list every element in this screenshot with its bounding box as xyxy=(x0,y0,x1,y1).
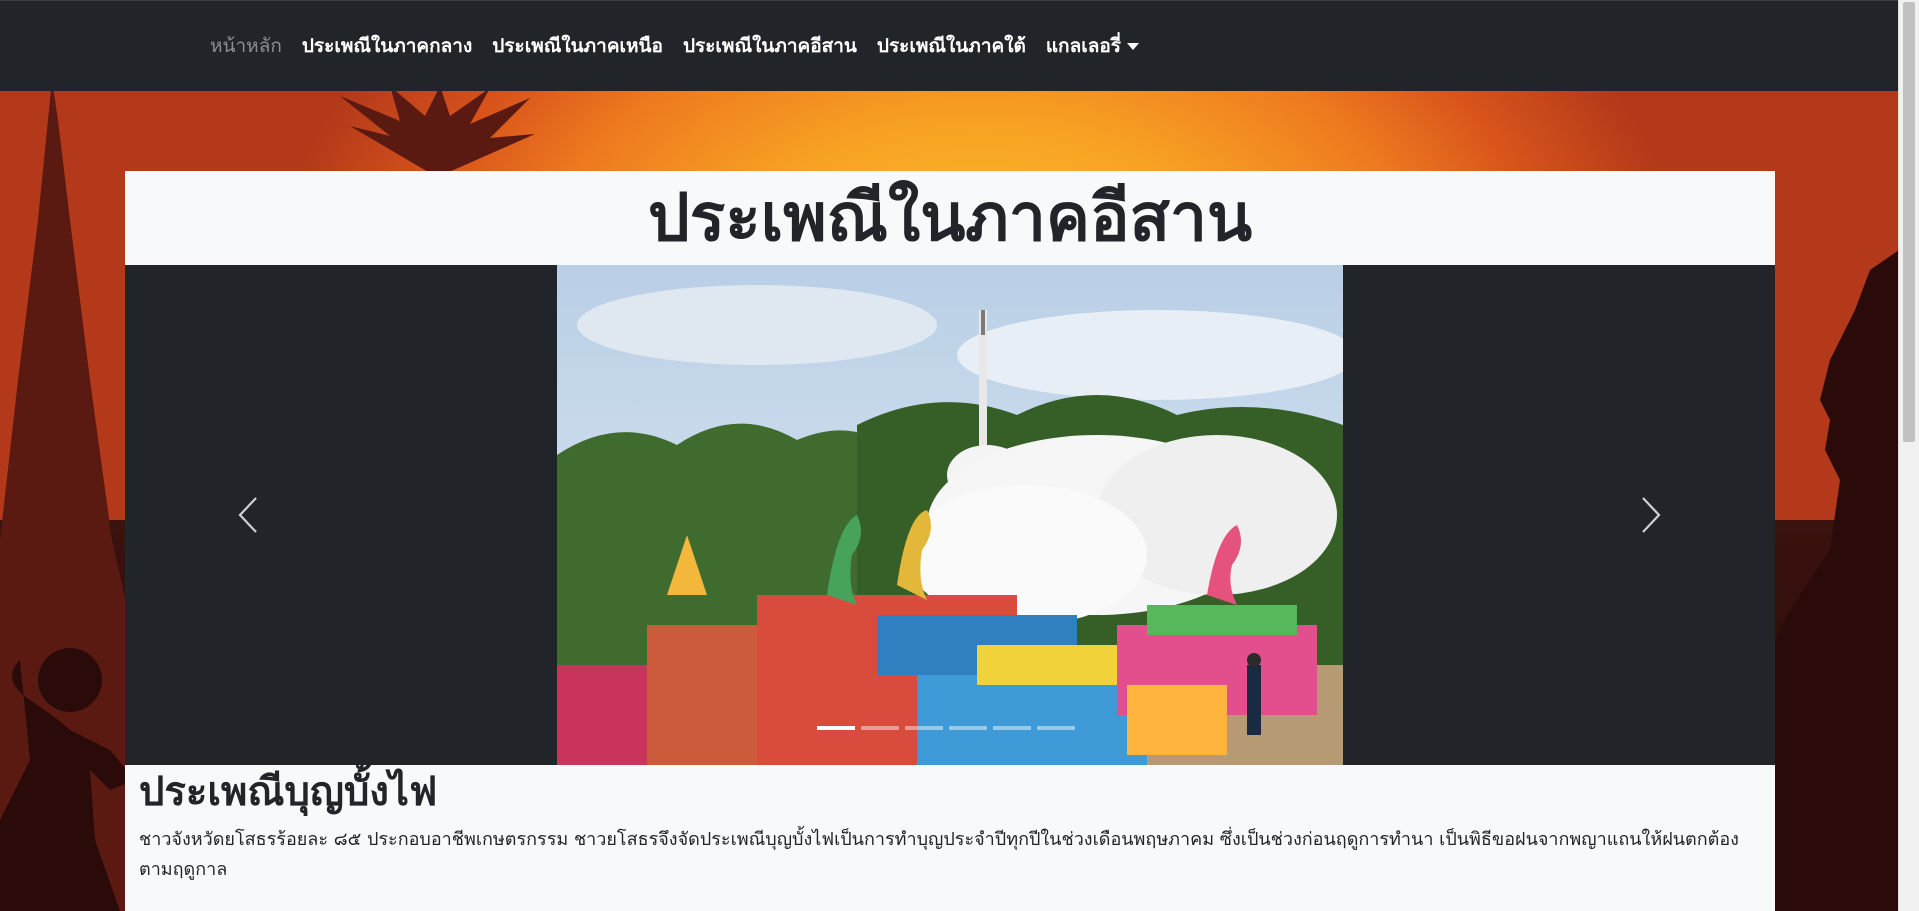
page-title: ประเพณีในภาคอีสาน xyxy=(647,179,1253,256)
carousel-indicator[interactable] xyxy=(861,726,899,730)
palm-tree-silhouette xyxy=(340,86,535,176)
nav-menu: หน้าหลัก ประเพณีในภาคกลาง ประเพณีในภาคเห… xyxy=(200,1,1149,91)
scrollbar-thumb[interactable] xyxy=(1903,2,1915,442)
carousel-indicator[interactable] xyxy=(905,726,943,730)
tradition-description: ชาวจังหวัดยโสธรร้อยละ ๘๕ ประกอบอาชีพเกษต… xyxy=(139,829,1739,880)
caret-down-icon xyxy=(1126,42,1139,50)
carousel-prev-button[interactable] xyxy=(228,485,268,545)
nav-gallery-label: แกลเลอรี่ xyxy=(1045,35,1121,57)
chevron-right-icon xyxy=(1642,497,1661,533)
chevron-left-icon xyxy=(238,497,257,533)
tradition-title: ประเพณีบุญบั้งไฟ xyxy=(139,769,438,815)
carousel-indicator[interactable] xyxy=(949,726,987,730)
page-scrollbar[interactable] xyxy=(1898,0,1919,911)
nav-north-link[interactable]: ประเพณีในภาคเหนือ xyxy=(482,31,673,61)
carousel-slide-image xyxy=(557,265,1343,765)
top-navbar: หน้าหลัก ประเพณีในภาคกลาง ประเพณีในภาคเห… xyxy=(0,0,1899,91)
nav-central-link[interactable]: ประเพณีในภาคกลาง xyxy=(292,31,482,61)
buddha-silhouette xyxy=(1770,250,1899,911)
carousel-indicator[interactable] xyxy=(1037,726,1075,730)
carousel-indicator[interactable] xyxy=(817,726,855,730)
carousel-indicators xyxy=(817,726,1075,730)
image-carousel xyxy=(125,265,1775,765)
nav-south-link[interactable]: ประเพณีในภาคใต้ xyxy=(867,31,1036,61)
carousel-indicator[interactable] xyxy=(993,726,1031,730)
nav-gallery-dropdown[interactable]: แกลเลอรี่ xyxy=(1036,31,1149,61)
rocket-festival-photo xyxy=(557,265,1343,765)
nav-northeast-link[interactable]: ประเพณีในภาคอีสาน xyxy=(673,31,867,61)
carousel-next-button[interactable] xyxy=(1631,485,1671,545)
content-card: ประเพณีในภาคอีสาน ประเพณีบุญบั้งไฟ ชาวจั… xyxy=(125,171,1775,911)
dancer-silhouette xyxy=(0,648,135,911)
nav-home-link[interactable]: หน้าหลัก xyxy=(200,31,292,61)
